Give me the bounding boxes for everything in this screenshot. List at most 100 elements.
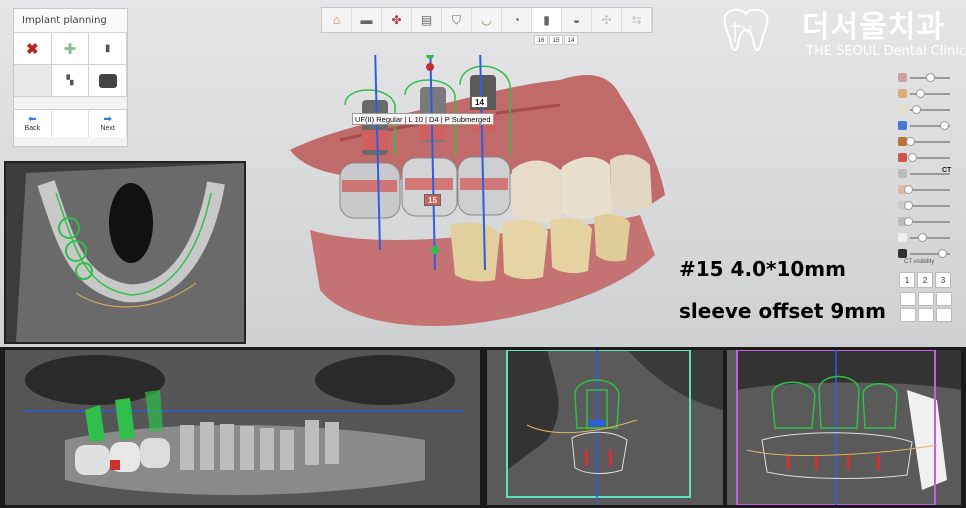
cross-section-image-2 <box>727 350 961 505</box>
implant-planning-panel: Implant planning ✖ ✚ ▮ ▚ ⬅ Back ➡ Next <box>13 8 128 147</box>
cross-section-image-1 <box>487 350 723 505</box>
view-right-icon[interactable] <box>936 292 952 306</box>
tooth-button[interactable]: ◔ <box>502 8 532 32</box>
tooth-15[interactable]: 15 <box>549 35 563 45</box>
slider-track[interactable] <box>910 189 950 191</box>
slider-knob[interactable] <box>906 137 915 146</box>
layout-2-button[interactable]: 2 <box>917 272 933 288</box>
nerve-icon <box>898 153 907 162</box>
slider-row <box>896 214 956 230</box>
back-button[interactable]: ⬅ Back <box>14 110 52 137</box>
arrow-right-icon: ➡ <box>103 114 112 125</box>
back-label: Back <box>24 125 41 132</box>
cross-section-view-2[interactable] <box>727 350 961 505</box>
clinic-logo <box>723 8 769 51</box>
sleeve-button[interactable] <box>89 65 127 97</box>
slider-knob[interactable] <box>908 153 917 162</box>
guide-icon: ▬ <box>360 13 373 27</box>
panoramic-image <box>5 350 480 505</box>
slider-row <box>896 102 956 118</box>
next-label: Next <box>100 125 115 132</box>
empty-slot <box>14 65 52 97</box>
slider-row <box>896 230 956 246</box>
arch-icon: ◡ <box>481 13 492 27</box>
edit-icon: ▤ <box>420 13 433 27</box>
plus-icon: ✚ <box>63 40 77 58</box>
annotation-implant-size: #15 4.0*10mm <box>679 257 846 281</box>
tooth-icon: ◔ <box>512 13 521 27</box>
slider-row <box>896 118 956 134</box>
delete-implant-button[interactable]: ✖ <box>14 33 52 65</box>
slider-track[interactable] <box>910 221 950 223</box>
implant-library-button[interactable]: ▮ <box>89 33 127 65</box>
abutment-button[interactable]: ▚ <box>51 65 90 97</box>
sleeve-icon: ◒ <box>572 13 581 27</box>
sleeve-step-button[interactable]: ◒ <box>562 8 592 32</box>
slider-track[interactable] <box>910 205 950 207</box>
implant-icon <box>898 121 907 130</box>
scan-button[interactable]: ⛉ <box>442 8 472 32</box>
guide-icon <box>898 89 907 98</box>
slider-row <box>896 86 956 102</box>
layout-buttons: 1 2 3 <box>899 272 953 288</box>
slider-row <box>896 134 956 150</box>
clinic-name-english: THE SEOUL Dental Clinic <box>806 44 966 59</box>
view-back-icon[interactable] <box>936 308 952 322</box>
next-button[interactable]: ➡ Next <box>89 110 127 137</box>
implant-icon: ▮ <box>543 13 550 27</box>
ct-axial-view[interactable] <box>4 161 246 344</box>
edit-button[interactable]: ▤ <box>412 8 442 32</box>
panel-title: Implant planning <box>14 9 127 33</box>
slider-knob[interactable] <box>918 233 927 242</box>
implant-number-15: 15 <box>424 194 441 206</box>
slider-knob[interactable] <box>916 89 925 98</box>
axial-slice <box>6 163 244 342</box>
view-orientation-buttons <box>900 292 952 322</box>
annotation-sleeve-offset: sleeve offset 9mm <box>679 299 886 323</box>
implant-number-14: 14 <box>471 96 488 108</box>
slider-knob[interactable] <box>940 121 949 130</box>
slider-track[interactable] <box>910 237 950 239</box>
scan-icon: ⛉ <box>451 12 461 27</box>
view-top-icon[interactable] <box>900 308 916 322</box>
slider-knob[interactable] <box>904 185 913 194</box>
tooth-icon <box>898 105 907 114</box>
nerve-button[interactable]: ✤ <box>382 8 412 32</box>
slider-knob[interactable] <box>938 249 947 258</box>
arch-button[interactable]: ◡ <box>472 8 502 32</box>
view-bottom-icon[interactable] <box>918 308 934 322</box>
tooth-14[interactable]: 14 <box>564 35 578 45</box>
workflow-toolbar: ⌂ ▬ ✤ ▤ ⛉ ◡ ◔ ▮ ◒ ✣ ⇆ <box>321 7 653 33</box>
panoramic-view[interactable] <box>5 350 480 505</box>
slider-row <box>896 70 956 86</box>
slider-knob[interactable] <box>912 105 921 114</box>
brightness-icon <box>898 233 907 242</box>
slider-row <box>896 182 956 198</box>
guide-design-button[interactable]: ✣ <box>592 8 622 32</box>
view-front-icon[interactable] <box>900 292 916 306</box>
tooth-16[interactable]: 16 <box>534 35 548 45</box>
slider-knob[interactable] <box>904 201 913 210</box>
add-implant-button[interactable]: ✚ <box>51 33 90 65</box>
slider-knob[interactable] <box>904 217 913 226</box>
layout-3-button[interactable]: 3 <box>935 272 951 288</box>
guide-button[interactable]: ▬ <box>352 8 382 32</box>
sleeve-icon <box>98 73 117 88</box>
ct-icon <box>898 169 907 178</box>
ct-label: CT <box>942 167 952 174</box>
contrast-icon <box>898 249 907 258</box>
ct-visibility-label: CT visibility <box>904 259 935 265</box>
slider-row: CT <box>896 166 956 182</box>
nav-spacer <box>51 110 90 137</box>
home-button[interactable]: ⌂ <box>322 8 352 32</box>
view-left-icon[interactable] <box>918 292 934 306</box>
tooth-selector: 16 15 14 <box>534 35 579 45</box>
slider-track[interactable] <box>910 141 950 143</box>
slider-knob[interactable] <box>926 73 935 82</box>
cross-section-view-1[interactable] <box>487 350 723 505</box>
guide-design-icon: ✣ <box>601 13 612 27</box>
export-button[interactable]: ⇆ <box>622 8 652 32</box>
implant-step-button[interactable]: ▮ <box>532 8 562 32</box>
clinic-name-korean: 더서울치과 <box>802 10 945 45</box>
layout-1-button[interactable]: 1 <box>899 272 915 288</box>
